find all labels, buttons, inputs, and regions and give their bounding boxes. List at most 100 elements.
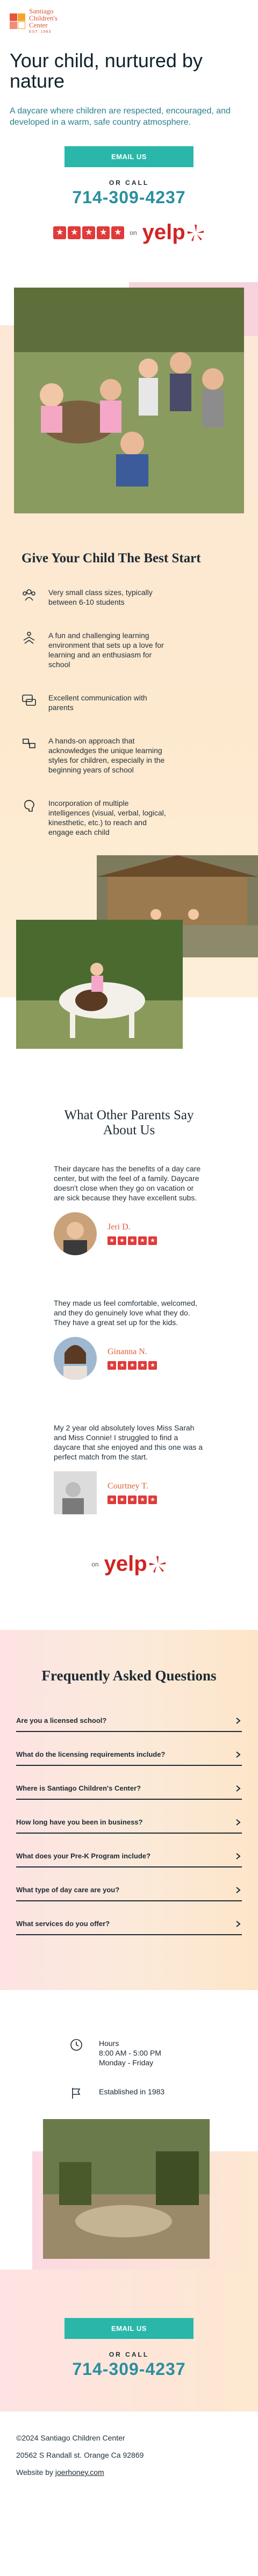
- faq-item[interactable]: Where is Santiago Children's Center?: [16, 1778, 242, 1800]
- faq-question: Where is Santiago Children's Center?: [16, 1784, 141, 1792]
- feature-text: Very small class sizes, typically betwee…: [48, 588, 153, 606]
- clock-icon: [70, 2039, 82, 2051]
- phone-number-link[interactable]: 714-309-4237: [0, 188, 258, 207]
- chevron-right-icon: [236, 1819, 241, 1826]
- testimonial-card: Their daycare has the benefits of a day …: [54, 1164, 204, 1255]
- hours-days: Monday - Friday: [99, 2058, 154, 2067]
- hours-time: 8:00 AM - 5:00 PM: [99, 2049, 161, 2057]
- chevron-right-icon: [236, 1785, 241, 1792]
- testimonial-text: My 2 year old absolutely loves Miss Sara…: [54, 1423, 203, 1461]
- faq-question: What services do you offer?: [16, 1920, 110, 1928]
- handshake-icon: [23, 739, 35, 748]
- logo-text[interactable]: Santiago Children's Center EST. 1983: [29, 8, 58, 35]
- faq-item[interactable]: What does your Pre-K Program include?: [16, 1845, 242, 1867]
- chevron-right-icon: [236, 1920, 241, 1927]
- photo-illustration: [43, 2119, 210, 2259]
- address-text: 20562 S Randall st. Orange Ca 92869: [16, 2451, 144, 2459]
- star-icon: ★: [108, 1361, 116, 1370]
- footer-contact-cta: EMAIL US OR CALL 714-309-4237: [0, 2270, 258, 2412]
- established-text: Established in 1983: [99, 2087, 165, 2096]
- star-rating: ★ ★ ★ ★ ★: [108, 1495, 157, 1504]
- kids-with-tortoise-photo: [14, 288, 244, 513]
- logo-line-3: Center: [29, 21, 48, 29]
- star-icon: ★: [128, 1236, 137, 1245]
- chevron-right-icon: [236, 1717, 241, 1724]
- faq-question: What does your Pre-K Program include?: [16, 1852, 150, 1860]
- yelp-logo: yelp: [142, 220, 205, 245]
- avatar-illustration: [54, 1337, 97, 1380]
- best-start-section: Give Your Child The Best Start Very smal…: [0, 282, 258, 1076]
- faq-item[interactable]: How long have you been in business?: [16, 1812, 242, 1834]
- testimonial-card: My 2 year old absolutely loves Miss Sara…: [54, 1423, 204, 1514]
- yelp-link[interactable]: on yelp: [0, 1552, 258, 1576]
- contact-cta: EMAIL US OR CALL 714-309-4237: [0, 146, 258, 207]
- yelp-rating[interactable]: ★ ★ ★ ★ ★ on yelp: [0, 220, 258, 245]
- hours-info: Hours 8:00 AM - 5:00 PM Monday - Friday: [70, 2038, 258, 2067]
- reviewer-name: Ginanna N.: [108, 1347, 147, 1356]
- site-footer: ©2024 Santiago Children Center 20562 S R…: [0, 2412, 258, 2530]
- star-icon: ★: [82, 226, 96, 239]
- email-us-button[interactable]: EMAIL US: [64, 146, 194, 167]
- faq-item[interactable]: What services do you offer?: [16, 1913, 242, 1935]
- faq-item[interactable]: What type of day care are you?: [16, 1879, 242, 1901]
- star-icon: ★: [148, 1236, 157, 1245]
- feature-item: Very small class sizes, typically betwee…: [22, 588, 236, 607]
- faq-item[interactable]: What do the licensing requirements inclu…: [16, 1744, 242, 1766]
- avatar-illustration: [54, 1212, 97, 1255]
- credit-link[interactable]: joerhoney.com: [55, 2468, 104, 2477]
- yelp-wordmark: yelp: [104, 1552, 147, 1576]
- faq-question: What type of day care are you?: [16, 1886, 120, 1894]
- hands-icon: [23, 632, 35, 644]
- feature-text: Excellent communication with parents: [48, 693, 147, 712]
- feature-text: A hands-on approach that acknowledges th…: [48, 736, 165, 774]
- testimonial-text: They made us feel comfortable, welcomed,…: [54, 1299, 197, 1327]
- email-us-button[interactable]: EMAIL US: [64, 2318, 194, 2339]
- feature-item: A hands-on approach that acknowledges th…: [22, 736, 236, 775]
- photo-collage: [0, 855, 258, 1049]
- chevron-right-icon: [236, 1886, 241, 1893]
- star-icon: ★: [118, 1236, 126, 1245]
- testimonial-text: Their daycare has the benefits of a day …: [54, 1164, 201, 1202]
- star-icon: ★: [108, 1495, 116, 1504]
- feature-text: Incorporation of multiple intelligences …: [48, 799, 166, 836]
- faq-title: Frequently Asked Questions: [41, 1668, 217, 1684]
- star-rating: ★ ★ ★ ★ ★: [108, 1361, 157, 1370]
- people-icon: [23, 589, 35, 601]
- star-icon: ★: [97, 226, 110, 239]
- logo-icon[interactable]: [10, 13, 26, 30]
- testimonials-title: What Other Parents Say About Us: [64, 1108, 194, 1137]
- feature-item: A fun and challenging learning environme…: [22, 631, 236, 669]
- testimonial-meta: Jeri D. ★ ★ ★ ★ ★: [54, 1212, 204, 1255]
- playground-photo: [43, 2119, 210, 2259]
- reviewer-name: Jeri D.: [108, 1222, 131, 1232]
- star-icon: ★: [53, 226, 67, 239]
- faq-section: Frequently Asked Questions Are you a lic…: [0, 1630, 258, 1990]
- chat-icon: [22, 695, 36, 706]
- star-icon: ★: [118, 1495, 126, 1504]
- testimonial-meta: Ginanna N. ★ ★ ★ ★ ★: [54, 1337, 204, 1380]
- faq-item[interactable]: Are you a licensed school?: [16, 1710, 242, 1732]
- feature-text: A fun and challenging learning environme…: [48, 631, 164, 669]
- star-icon: ★: [138, 1236, 147, 1245]
- chevron-right-icon: [236, 1852, 241, 1859]
- brain-icon: [24, 800, 34, 812]
- feature-item: Incorporation of multiple intelligences …: [22, 798, 236, 837]
- photo-illustration: [16, 920, 183, 1049]
- hero-subtitle: A daycare where children are respected, …: [10, 106, 231, 127]
- playground-block: [0, 2119, 258, 2313]
- or-call-label: OR CALL: [109, 2351, 149, 2358]
- credit-prefix: Website by: [16, 2468, 55, 2477]
- star-icon: ★: [108, 1236, 116, 1245]
- avatar-illustration: [54, 1471, 97, 1514]
- phone-number-link[interactable]: 714-309-4237: [0, 2359, 258, 2379]
- star-icon: ★: [138, 1361, 147, 1370]
- photo-illustration: [14, 288, 244, 513]
- on-label: on: [130, 228, 137, 237]
- yelp-burst-icon: [149, 1556, 166, 1573]
- pony-ride-photo: [16, 920, 183, 1049]
- star-rating: ★ ★ ★ ★ ★: [53, 226, 125, 239]
- hours-label: Hours: [99, 2039, 119, 2048]
- hero-title: Your child, nurtured by nature: [10, 49, 203, 92]
- faq-question: Are you a licensed school?: [16, 1716, 107, 1725]
- star-icon: ★: [148, 1495, 157, 1504]
